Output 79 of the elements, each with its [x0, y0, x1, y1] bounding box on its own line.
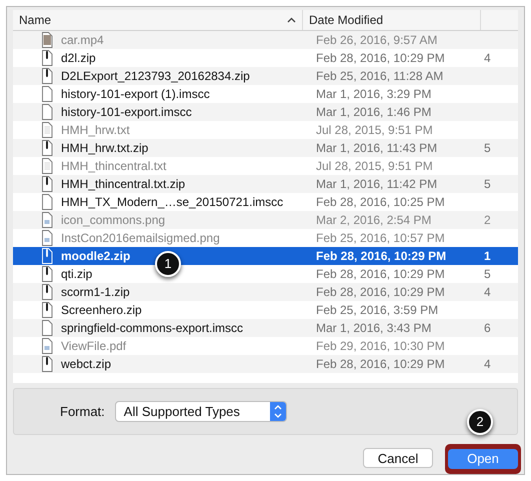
image-file-icon — [41, 338, 53, 354]
file-date: Feb 28, 2016, 10:29 PM — [316, 249, 446, 263]
file-name: springfield-commons-export.imscc — [61, 320, 244, 337]
file-date: Mar 1, 2016, 3:29 PM — [316, 87, 432, 101]
file-date: Feb 28, 2016, 10:29 PM — [316, 51, 445, 65]
file-size: 4 — [484, 357, 491, 371]
zip-file-icon — [41, 302, 53, 318]
file-row[interactable]: history-101-export.imscc Mar 1, 2016, 1:46 PM — [13, 103, 518, 121]
file-date: Feb 25, 2016, 3:59 PM — [316, 303, 438, 317]
stepper-icon — [270, 402, 286, 421]
file-size: 4 — [484, 285, 491, 299]
zip-file-icon — [41, 266, 53, 282]
file-name: D2LExport_2123793_20162834.zip — [61, 68, 250, 85]
file-name: HMH_TX_Modern_…se_20150721.imscc — [61, 194, 284, 211]
image-file-icon — [41, 230, 53, 246]
file-name: moodle2.zip — [61, 248, 130, 265]
cancel-button[interactable]: Cancel — [363, 448, 433, 468]
file-date: Feb 26, 2016, 9:57 AM — [316, 33, 438, 47]
file-name: history-101-export.imscc — [61, 104, 192, 121]
document-icon — [41, 86, 53, 102]
zip-file-icon — [41, 356, 53, 372]
file-date: Feb 28, 2016, 10:29 PM — [316, 267, 445, 281]
zip-file-icon — [41, 284, 53, 300]
file-row[interactable]: scorm1-1.zip Feb 28, 2016, 10:29 PM 4 — [13, 283, 518, 301]
file-size: 1 — [484, 249, 491, 263]
text-file-icon — [41, 158, 53, 174]
file-name: qti.zip — [61, 266, 92, 283]
zip-file-icon — [41, 248, 53, 264]
file-date: Mar 1, 2016, 3:43 PM — [316, 321, 432, 335]
file-date: Feb 28, 2016, 10:29 PM — [316, 285, 445, 299]
file-row[interactable]: HMH_hrw.txt.zip Mar 1, 2016, 11:43 PM 5 — [13, 139, 518, 157]
document-icon — [41, 320, 53, 336]
file-date: Feb 25, 2016, 11:28 AM — [316, 69, 444, 83]
file-row[interactable]: D2LExport_2123793_20162834.zip Feb 25, 2016, 11:28 AM — [13, 67, 518, 85]
zip-file-icon — [41, 68, 53, 84]
file-name: ViewFile.pdf — [61, 338, 126, 355]
file-date: Mar 1, 2016, 11:42 PM — [316, 177, 438, 191]
file-size: 5 — [484, 177, 491, 191]
file-size: 4 — [484, 51, 491, 65]
file-name: scorm1-1.zip — [61, 284, 130, 301]
open-button[interactable]: Open — [448, 448, 518, 469]
file-name: HMH_thincentral.txt.zip — [61, 176, 186, 193]
file-size: 5 — [484, 267, 491, 281]
file-name: d2l.zip — [61, 50, 96, 67]
file-size: 2 — [484, 213, 491, 227]
file-date: Feb 25, 2016, 10:57 PM — [316, 231, 445, 245]
file-row[interactable]: webct.zip Feb 28, 2016, 10:29 PM 4 — [13, 355, 518, 373]
file-date: Mar 1, 2016, 1:46 PM — [316, 105, 432, 119]
file-name: HMH_thincentral.txt — [61, 158, 166, 175]
file-date: Mar 1, 2016, 11:43 PM — [316, 141, 438, 155]
column-header[interactable]: Date Modified — [303, 10, 481, 30]
file-size: 5 — [484, 141, 491, 155]
file-date: Jul 28, 2015, 9:51 PM — [316, 159, 433, 173]
file-date: Jul 28, 2015, 9:51 PM — [316, 123, 433, 137]
file-date: Feb 28, 2016, 10:25 PM — [316, 195, 445, 209]
column-header[interactable]: Name — [13, 10, 303, 30]
file-date: Feb 29, 2016, 10:30 PM — [316, 339, 445, 353]
file-size: 6 — [484, 321, 491, 335]
file-name: Screenhero.zip — [61, 302, 142, 319]
file-name: icon_commons.png — [61, 212, 166, 229]
zip-file-icon — [41, 176, 53, 192]
format-label: Format: — [60, 402, 105, 421]
zip-file-icon — [41, 50, 53, 66]
file-row[interactable]: springfield-commons-export.imscc Mar 1, 2016, 3:43 PM 6 — [13, 319, 518, 337]
file-name: webct.zip — [61, 356, 112, 373]
file-name: HMH_hrw.txt — [61, 122, 130, 139]
file-date: Mar 2, 2016, 2:54 PM — [316, 213, 432, 227]
document-icon — [41, 104, 53, 120]
file-name: InstCon2016emailsigmed.png — [61, 230, 220, 247]
zip-file-icon — [41, 140, 53, 156]
file-row[interactable]: HMH_thincentral.txt.zip Mar 1, 2016, 11:42 PM 5 — [13, 175, 518, 193]
format-select[interactable]: All Supported Types — [114, 400, 287, 422]
document-icon — [41, 194, 53, 210]
file-name: HMH_hrw.txt.zip — [61, 140, 148, 157]
file-name: car.mp4 — [61, 32, 104, 49]
text-file-icon — [41, 122, 53, 138]
file-name: history-101-export (1).imscc — [61, 86, 210, 103]
image-file-icon — [41, 212, 53, 228]
file-date: Feb 28, 2016, 10:29 PM — [316, 357, 445, 371]
